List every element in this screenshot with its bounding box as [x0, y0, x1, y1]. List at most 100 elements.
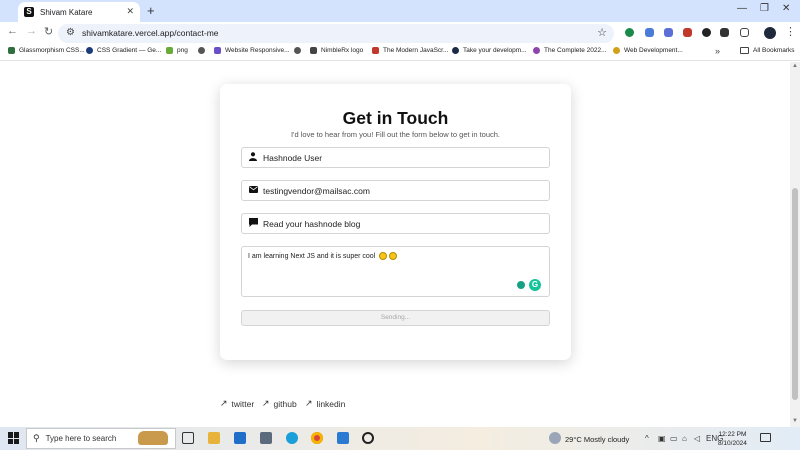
search-placeholder: Type here to search — [45, 434, 117, 443]
taskbar-clock[interactable]: 12:22 PM 8/10/2024 — [718, 430, 747, 448]
bookmark-item[interactable] — [294, 47, 305, 54]
bookmark-favicon-icon — [166, 47, 173, 54]
bookmark-item[interactable]: The Complete 2022... — [533, 47, 607, 54]
email-field[interactable]: testingvendor@mailsac.com — [241, 180, 550, 201]
bookmark-item[interactable]: CSS Gradient — Ge... — [86, 47, 161, 54]
maximize-icon[interactable]: ❐ — [760, 3, 769, 14]
subject-field[interactable]: Read your hashnode blog — [241, 213, 550, 234]
bookmark-favicon-icon — [452, 47, 459, 54]
extension-dark-icon[interactable] — [702, 28, 711, 37]
url-text[interactable]: shivamkatare.vercel.app/contact-me — [82, 28, 219, 38]
browser-toolbar: ← → ↻ ⚙ shivamkatare.vercel.app/contact-… — [0, 22, 800, 44]
scroll-up-icon[interactable]: ▲ — [792, 63, 798, 69]
external-arrow-icon: ↗ — [305, 398, 313, 408]
globe-icon — [294, 47, 301, 54]
tab-strip: S Shivam Katare ✕ + — ❐ ✕ — [0, 0, 800, 22]
back-icon[interactable]: ← — [7, 25, 18, 37]
sunglasses-emoji-icon — [389, 252, 398, 260]
windows-start-icon[interactable] — [8, 432, 20, 444]
clock-time: 12:22 PM — [718, 431, 747, 438]
social-link-twitter[interactable]: ↗ twitter — [220, 398, 254, 409]
chrome-icon[interactable] — [311, 432, 323, 444]
volume-icon[interactable]: ◁ — [694, 434, 700, 443]
nerd-face-emoji-icon — [379, 252, 388, 260]
task-view-icon[interactable] — [182, 432, 194, 444]
external-arrow-icon: ↗ — [220, 398, 228, 408]
globe-icon — [198, 47, 205, 54]
app-icon[interactable] — [260, 432, 272, 444]
lion-search-highlight-icon[interactable] — [138, 431, 168, 445]
notification-icon[interactable] — [760, 433, 771, 442]
extension-icon[interactable] — [664, 28, 673, 37]
reload-icon[interactable]: ↻ — [44, 25, 53, 38]
window-close-icon[interactable]: ✕ — [782, 3, 790, 14]
color-picker-extension-icon[interactable] — [683, 28, 692, 37]
bookmark-item[interactable]: Website Responsive... — [214, 47, 290, 54]
forward-icon[interactable]: → — [26, 25, 37, 37]
bookmark-favicon-icon — [533, 47, 540, 54]
scroll-down-icon[interactable]: ▼ — [792, 418, 798, 424]
bookmark-item[interactable]: NimbleRx logo — [310, 47, 363, 54]
bookmark-favicon-icon — [214, 47, 221, 54]
tray-chevron-icon[interactable]: ^ — [645, 434, 649, 443]
scroll-thumb[interactable] — [792, 188, 798, 400]
bookmark-item[interactable]: png — [166, 47, 188, 54]
bookmark-item[interactable]: The Modern JavaScr... — [372, 47, 448, 54]
weather-text[interactable]: 29°C Mostly cloudy — [565, 435, 629, 444]
name-field[interactable]: Hashnode User — [241, 147, 550, 168]
new-tab-icon[interactable]: + — [147, 3, 155, 18]
message-textarea[interactable]: I am learning Next JS and it is super co… — [241, 246, 550, 297]
mail-icon[interactable] — [234, 432, 246, 444]
bookmark-item[interactable]: Take your developm... — [452, 47, 527, 54]
bookmark-favicon-icon — [8, 47, 15, 54]
user-icon — [248, 152, 258, 163]
page-title: Get in Touch — [342, 108, 449, 128]
more-bookmarks-icon[interactable]: » — [715, 46, 720, 56]
grammarly-icon[interactable]: G — [529, 279, 541, 291]
contact-card: Get in Touch I'd love to hear from you! … — [220, 84, 571, 360]
extension-flag-icon[interactable] — [720, 28, 729, 37]
page-scrollbar[interactable]: ▲ ▼ — [790, 62, 800, 427]
app-circle-icon[interactable] — [362, 432, 374, 444]
tray-app-icon[interactable]: ▣ — [658, 434, 666, 443]
grammarly-extension-icon[interactable] — [625, 28, 634, 37]
page-subtitle: I'd love to hear from you! Fill out the … — [290, 130, 501, 139]
tab-close-icon[interactable]: ✕ — [126, 6, 134, 17]
site-info-icon[interactable]: ⚙ — [66, 27, 75, 38]
menu-kebab-icon[interactable]: ⋮ — [785, 25, 796, 38]
bookmark-item[interactable]: Web Development... — [613, 47, 683, 54]
folder-icon — [740, 47, 749, 54]
minimize-icon[interactable]: — — [737, 3, 747, 14]
all-bookmarks-button[interactable]: All Bookmarks — [740, 47, 795, 54]
edge-icon[interactable] — [286, 432, 298, 444]
bookmark-favicon-icon — [310, 47, 317, 54]
bookmarks-bar: Glassmorphism CSS... CSS Gradient — Ge..… — [0, 44, 800, 61]
social-link-github[interactable]: ↗ github — [262, 398, 297, 409]
extensions-puzzle-icon[interactable] — [740, 28, 749, 37]
email-value: testingvendor@mailsac.com — [263, 185, 370, 196]
tab-title: Shivam Katare — [40, 7, 93, 17]
network-icon[interactable]: ⌂ — [682, 434, 687, 443]
social-link-linkedin[interactable]: ↗ linkedin — [305, 398, 345, 409]
taskbar: ⚲ Type here to search 29°C Mostly cloudy… — [0, 427, 800, 450]
profile-avatar[interactable] — [764, 27, 776, 39]
message-bubble-icon — [248, 218, 258, 229]
envelope-icon — [248, 186, 258, 195]
page-viewport: Get in Touch I'd love to hear from you! … — [0, 62, 790, 427]
clock-date: 8/10/2024 — [718, 440, 747, 447]
tab-active[interactable]: S Shivam Katare ✕ — [18, 2, 140, 22]
battery-icon[interactable]: ▭ — [670, 434, 678, 443]
file-explorer-icon[interactable] — [208, 432, 220, 444]
address-bar[interactable]: ⚙ shivamkatare.vercel.app/contact-me ☆ — [58, 24, 614, 43]
bookmark-item[interactable]: Glassmorphism CSS... — [8, 47, 85, 54]
weather-cloud-icon — [549, 432, 561, 444]
name-value: Hashnode User — [263, 152, 323, 163]
bookmark-favicon-icon — [613, 47, 620, 54]
message-value: I am learning Next JS and it is super co… — [248, 252, 398, 260]
location-pin-icon[interactable] — [517, 281, 525, 289]
bookmark-item[interactable] — [198, 47, 209, 54]
send-button[interactable]: Sending... — [241, 310, 550, 326]
docs-extension-icon[interactable] — [645, 28, 654, 37]
vscode-icon[interactable] — [337, 432, 349, 444]
bookmark-star-icon[interactable]: ☆ — [597, 26, 607, 39]
